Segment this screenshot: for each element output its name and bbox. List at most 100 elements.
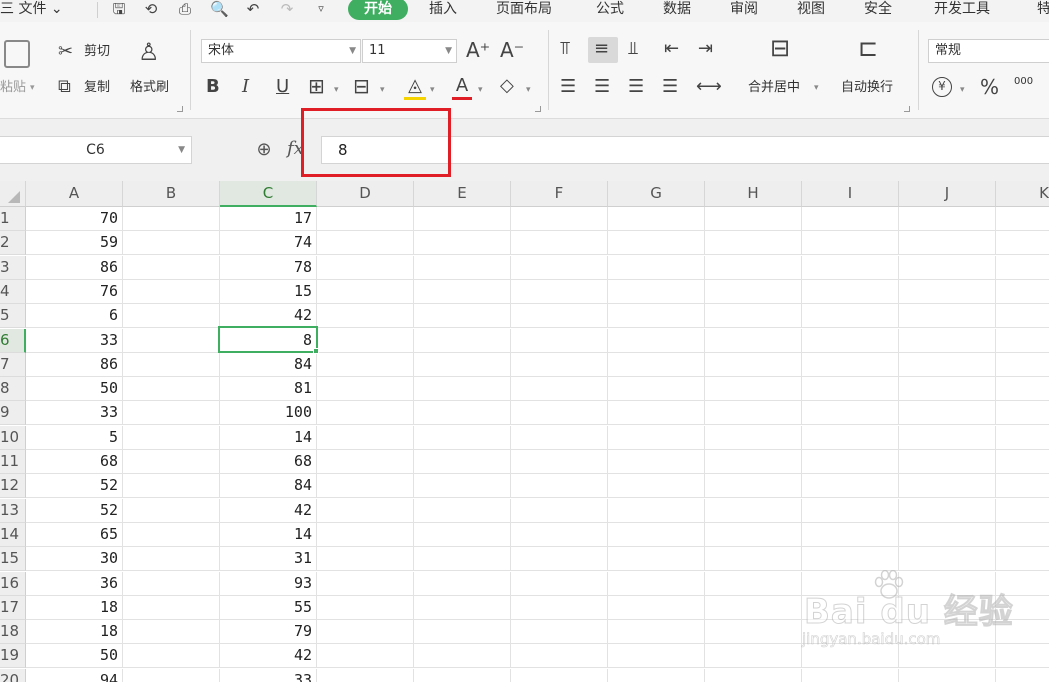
cell-g6[interactable]: [608, 328, 705, 353]
cell-j14[interactable]: [899, 522, 996, 547]
cell-c17[interactable]: 55: [220, 595, 317, 620]
cell-d5[interactable]: [317, 304, 414, 329]
cell-i3[interactable]: [802, 255, 899, 280]
cell-i8[interactable]: [802, 377, 899, 402]
name-box[interactable]: C6 ▼: [0, 136, 192, 164]
copy-button[interactable]: 复制: [84, 80, 110, 96]
cell-a2[interactable]: 59: [26, 231, 123, 256]
tab-page-layout[interactable]: 页面布局: [496, 0, 552, 18]
currency-icon[interactable]: ¥: [932, 77, 952, 97]
row-header[interactable]: 4: [0, 279, 26, 304]
cell-e8[interactable]: [414, 377, 511, 402]
cell-i11[interactable]: [802, 450, 899, 474]
column-header-k[interactable]: K: [996, 181, 1049, 207]
fill-color-icon[interactable]: ◬: [404, 76, 426, 100]
save-icon[interactable]: 🖫: [110, 0, 128, 18]
cell-e5[interactable]: [414, 304, 511, 329]
cell-g5[interactable]: [608, 304, 705, 329]
cell-e12[interactable]: [414, 474, 511, 499]
increase-font-size-button[interactable]: A⁺: [466, 40, 490, 60]
column-header-b[interactable]: B: [123, 181, 220, 207]
cell-g17[interactable]: [608, 595, 705, 620]
cell-a13[interactable]: 52: [26, 498, 123, 523]
cell-k4[interactable]: [996, 280, 1049, 304]
row-header[interactable]: 16: [0, 571, 26, 596]
cell-j3[interactable]: [899, 255, 996, 280]
cell-a20[interactable]: 94: [26, 668, 123, 682]
cell-g9[interactable]: [608, 401, 705, 426]
cell-h17[interactable]: [705, 595, 802, 620]
cell-i2[interactable]: [802, 231, 899, 256]
cell-d17[interactable]: [317, 595, 414, 620]
tab-formulas[interactable]: 公式: [596, 0, 624, 18]
cell-g16[interactable]: [608, 571, 705, 596]
cell-j1[interactable]: [899, 207, 996, 231]
cell-g2[interactable]: [608, 231, 705, 256]
cell-c2[interactable]: 74: [220, 231, 317, 256]
cell-j15[interactable]: [899, 547, 996, 572]
cell-c15[interactable]: 31: [220, 547, 317, 572]
cut-button[interactable]: 剪切: [84, 44, 110, 60]
cell-h3[interactable]: [705, 255, 802, 280]
cell-f13[interactable]: [511, 498, 608, 523]
cell-a6[interactable]: 33: [26, 328, 123, 353]
cell-k14[interactable]: [996, 523, 1049, 547]
cell-k8[interactable]: [996, 377, 1049, 402]
decrease-indent-icon[interactable]: ⇤: [664, 39, 679, 59]
zoom-icon[interactable]: ⊕: [253, 139, 275, 161]
cell-e13[interactable]: [414, 498, 511, 523]
cell-a4[interactable]: 76: [26, 279, 123, 304]
row-header[interactable]: 10: [0, 425, 26, 450]
number-format-select[interactable]: 常规: [928, 39, 1049, 63]
cell-i13[interactable]: [802, 498, 899, 523]
justify-icon[interactable]: ☰: [662, 77, 678, 97]
row-header[interactable]: 17: [0, 595, 26, 620]
cell-j8[interactable]: [899, 377, 996, 402]
cell-b11[interactable]: [123, 450, 220, 474]
cell-h15[interactable]: [705, 547, 802, 572]
align-left-icon[interactable]: ☰: [560, 77, 576, 97]
cell-f12[interactable]: [511, 474, 608, 499]
cell-d10[interactable]: [317, 425, 414, 450]
decrease-font-size-button[interactable]: A⁻: [500, 40, 524, 60]
cell-f2[interactable]: [511, 231, 608, 256]
cell-a12[interactable]: 52: [26, 474, 123, 499]
sync-icon[interactable]: ⟲: [142, 0, 160, 18]
tab-home[interactable]: 开始: [348, 0, 408, 20]
font-size-select[interactable]: 11 ▼: [362, 39, 457, 63]
cell-a17[interactable]: 18: [26, 595, 123, 620]
row-header[interactable]: 13: [0, 498, 26, 523]
column-header-g[interactable]: G: [608, 181, 705, 207]
tab-developer[interactable]: 开发工具: [934, 0, 990, 18]
cell-c11[interactable]: 68: [220, 450, 317, 474]
bold-button[interactable]: B: [206, 77, 220, 97]
row-header[interactable]: 2: [0, 231, 26, 256]
cell-k13[interactable]: [996, 499, 1049, 523]
tab-insert[interactable]: 插入: [429, 0, 457, 18]
tab-data[interactable]: 数据: [663, 0, 691, 18]
cell-j9[interactable]: [899, 401, 996, 426]
paste-dropdown-icon[interactable]: ▾: [30, 80, 35, 96]
cell-i4[interactable]: [802, 279, 899, 304]
paste-button[interactable]: 粘贴: [0, 80, 26, 96]
cell-e7[interactable]: [414, 352, 511, 377]
cell-a19[interactable]: 50: [26, 644, 123, 669]
cell-d3[interactable]: [317, 255, 414, 280]
cell-j6[interactable]: [899, 328, 996, 353]
cell-d2[interactable]: [317, 231, 414, 256]
italic-button[interactable]: I: [242, 77, 249, 97]
cell-f16[interactable]: [511, 571, 608, 596]
column-header-c[interactable]: C: [220, 181, 317, 207]
align-center-icon[interactable]: ☰: [594, 77, 610, 97]
cell-a8[interactable]: 50: [26, 377, 123, 402]
cell-b12[interactable]: [123, 474, 220, 499]
cell-k6[interactable]: [996, 329, 1049, 353]
cell-g15[interactable]: [608, 547, 705, 572]
fill-color-dropdown-icon[interactable]: ▾: [430, 82, 435, 98]
cell-h11[interactable]: [705, 450, 802, 474]
cell-b17[interactable]: [123, 595, 220, 620]
row-header[interactable]: 20: [0, 668, 26, 682]
cell-d13[interactable]: [317, 498, 414, 523]
cell-e16[interactable]: [414, 571, 511, 596]
cell-h5[interactable]: [705, 304, 802, 329]
